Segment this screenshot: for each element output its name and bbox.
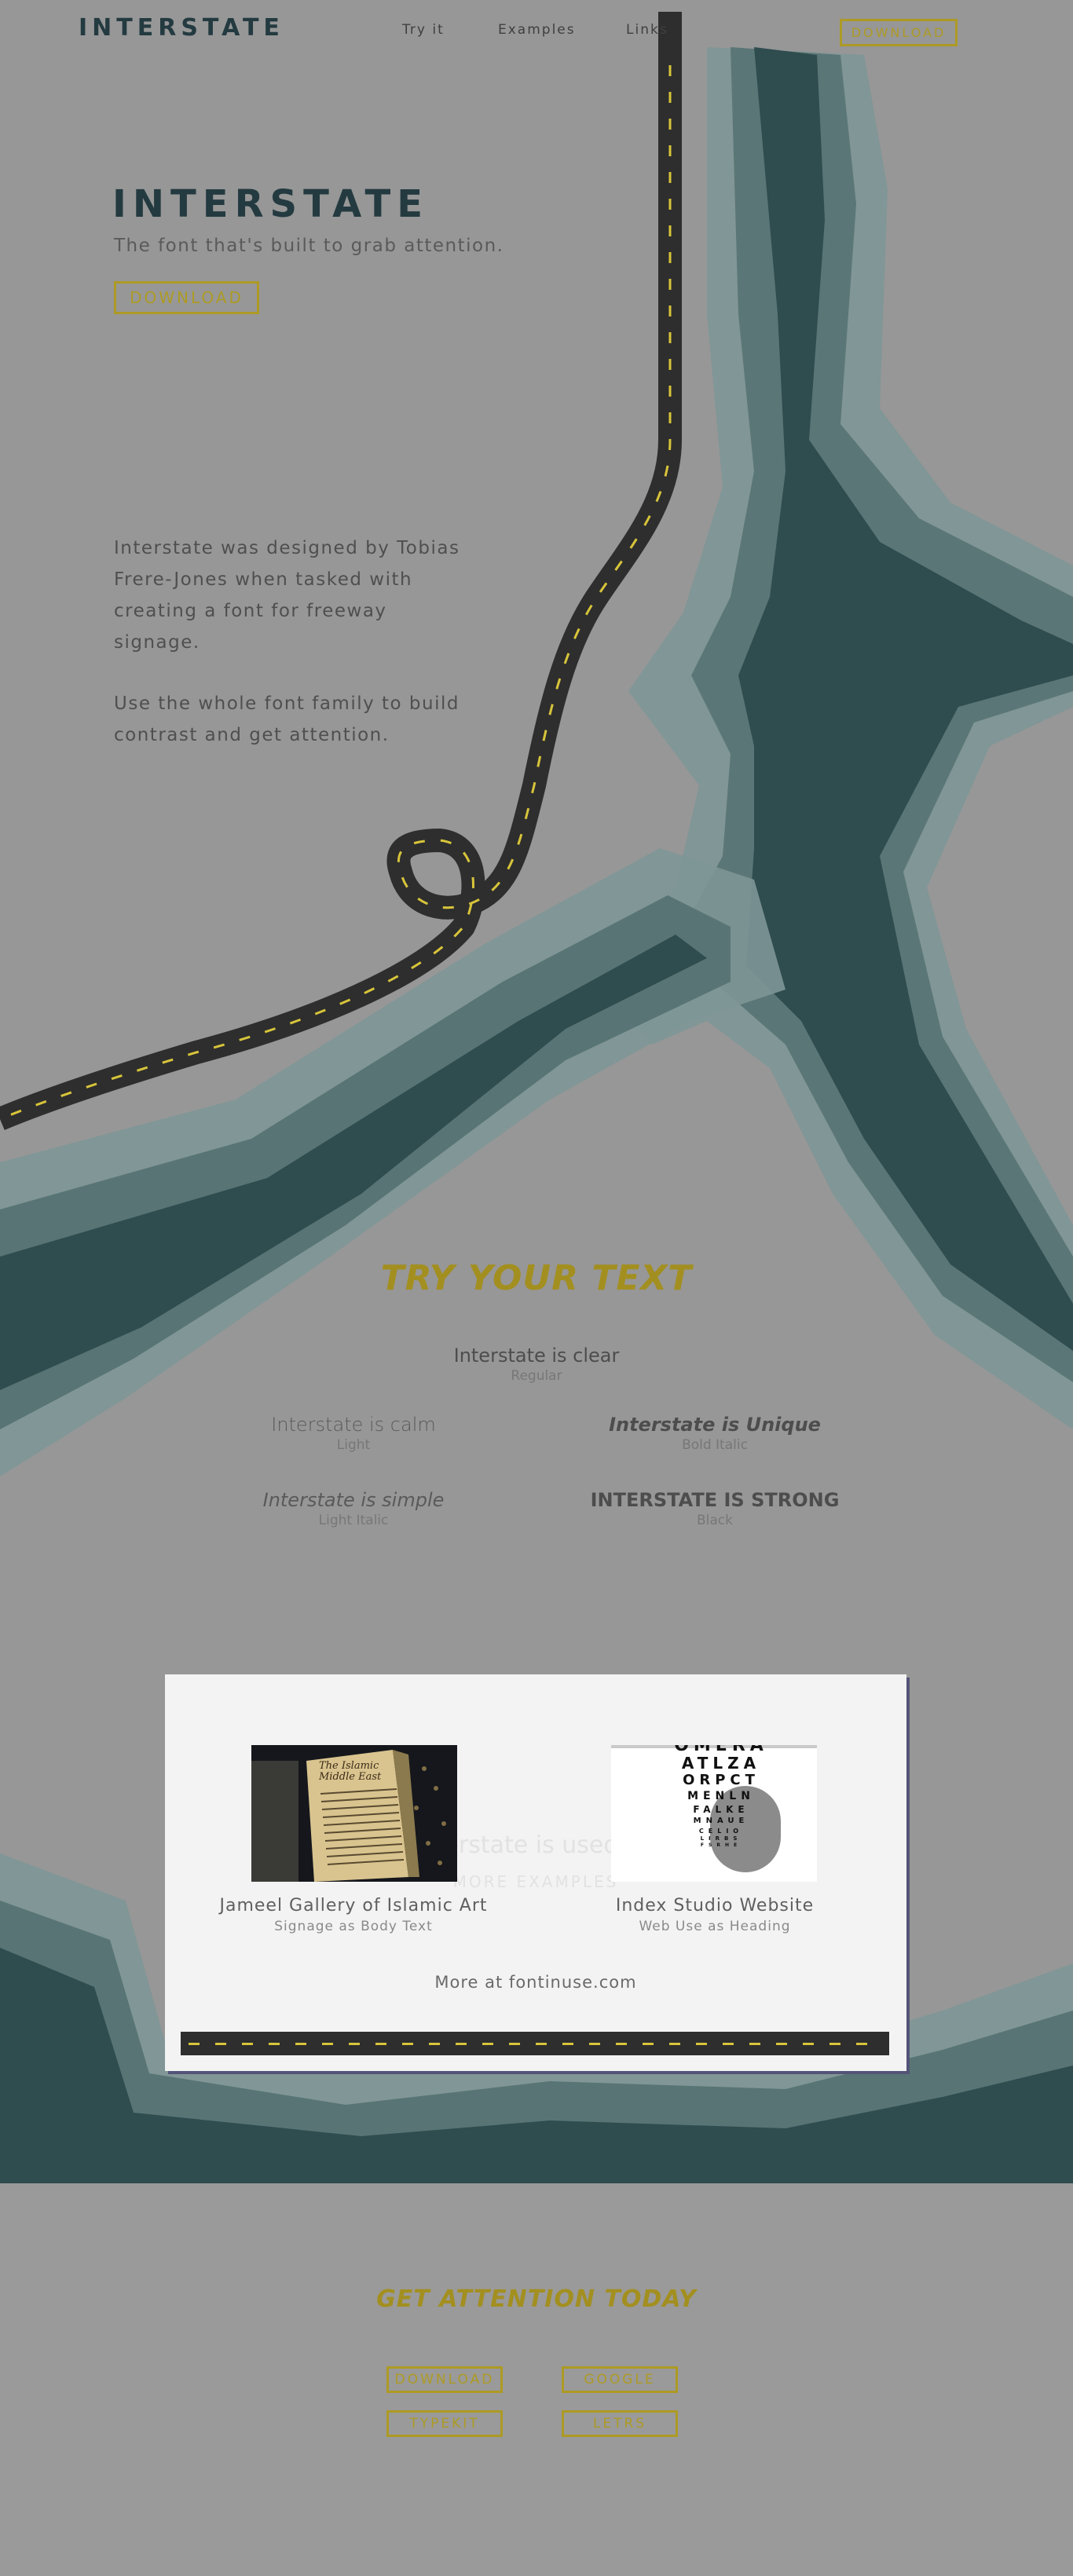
footer-letrs-button[interactable]: LETRS bbox=[562, 2410, 678, 2437]
examples-card: Interstate is used for MORE EXAMPLES The… bbox=[165, 1674, 906, 2071]
hero-paragraph-usage: Use the whole font family to build contr… bbox=[114, 693, 460, 745]
gallery-sign-title: The Islamic Middle East bbox=[319, 1760, 382, 1783]
nav-download-button[interactable]: DOWNLOAD bbox=[840, 19, 958, 46]
eye-chart-row-9: FSRHE bbox=[700, 1842, 742, 1848]
hero-download-button[interactable]: DOWNLOAD bbox=[114, 281, 259, 314]
eye-chart-row-6: MNAUE bbox=[693, 1817, 749, 1825]
example-title-jameel: Jameel Gallery of Islamic Art bbox=[219, 1896, 488, 1916]
nav-link-examples[interactable]: Examples bbox=[498, 22, 576, 38]
footer-typekit-button[interactable]: TYPEKIT bbox=[386, 2410, 503, 2437]
hero-paragraph-history: Interstate was designed by Tobias Frere-… bbox=[114, 538, 460, 653]
example-subtitle-jameel: Signage as Body Text bbox=[274, 1919, 433, 1934]
sample-black-text: INTERSTATE IS STRONG bbox=[590, 1489, 840, 1511]
sample-bold-italic-weight: Bold Italic bbox=[682, 1437, 748, 1453]
sample-light-italic[interactable]: Interstate is simple Light Italic bbox=[189, 1489, 518, 1528]
sample-light[interactable]: Interstate is calm Light bbox=[189, 1414, 518, 1453]
brand-logo[interactable]: INTERSTATE bbox=[79, 14, 284, 42]
more-examples-link[interactable]: More at fontinuse.com bbox=[165, 1973, 906, 1992]
nav-link-try-it[interactable]: Try it bbox=[402, 22, 445, 38]
sample-bold-italic[interactable]: Interstate is Unique Bold Italic bbox=[550, 1414, 880, 1453]
sample-regular[interactable]: Interstate is clear Regular bbox=[372, 1345, 701, 1384]
sample-regular-weight: Regular bbox=[511, 1368, 562, 1384]
eye-chart-row-3: ORPCT bbox=[683, 1772, 760, 1788]
eye-chart-letters: OMERA ATLZA ORPCT MENLN FALKE MNAUE CELI… bbox=[643, 1745, 800, 1849]
sample-light-weight: Light bbox=[336, 1437, 371, 1453]
sample-bold-italic-text: Interstate is Unique bbox=[609, 1414, 821, 1436]
sample-regular-text: Interstate is clear bbox=[453, 1345, 620, 1367]
eye-chart-row-5: FALKE bbox=[693, 1804, 749, 1815]
example-subtitle-index-studio: Web Use as Heading bbox=[639, 1919, 791, 1934]
nav-link-links[interactable]: Links bbox=[626, 22, 668, 38]
sample-black[interactable]: INTERSTATE IS STRONG Black bbox=[550, 1489, 880, 1528]
example-caption-index-studio[interactable]: Index Studio Website Web Use as Heading bbox=[558, 1896, 872, 1934]
eye-chart-row-7: CELIO bbox=[698, 1828, 744, 1835]
example-title-index-studio: Index Studio Website bbox=[615, 1896, 815, 1916]
sample-black-weight: Black bbox=[697, 1513, 733, 1528]
eye-chart-row-2: ATLZA bbox=[681, 1754, 761, 1773]
eye-chart-row-4: MENLN bbox=[687, 1790, 755, 1802]
try-your-text-heading: TRY YOUR TEXT bbox=[380, 1258, 693, 1298]
example-image-index-studio[interactable]: OMERA ATLZA ORPCT MENLN FALKE MNAUE CELI… bbox=[611, 1745, 817, 1882]
sample-light-italic-weight: Light Italic bbox=[318, 1513, 389, 1528]
sample-light-italic-text: Interstate is simple bbox=[262, 1489, 445, 1511]
sample-light-text: Interstate is calm bbox=[271, 1414, 436, 1436]
footer-ground bbox=[0, 2183, 1073, 2576]
hero-subtitle: The font that's built to grab attention. bbox=[114, 236, 504, 256]
example-caption-jameel[interactable]: Jameel Gallery of Islamic Art Signage as… bbox=[196, 1896, 511, 1934]
card-road-dashes bbox=[189, 2043, 881, 2045]
get-attention-heading: GET ATTENTION TODAY bbox=[376, 2285, 697, 2313]
eye-chart-row-8: LIRBS bbox=[700, 1835, 742, 1842]
example-image-jameel[interactable]: The Islamic Middle East bbox=[251, 1745, 457, 1882]
footer-download-button[interactable]: DOWNLOAD bbox=[386, 2366, 503, 2393]
hero-title: INTERSTATE bbox=[112, 182, 430, 226]
card-road-divider bbox=[181, 2032, 889, 2055]
footer-google-button[interactable]: GOOGLE bbox=[562, 2366, 678, 2393]
